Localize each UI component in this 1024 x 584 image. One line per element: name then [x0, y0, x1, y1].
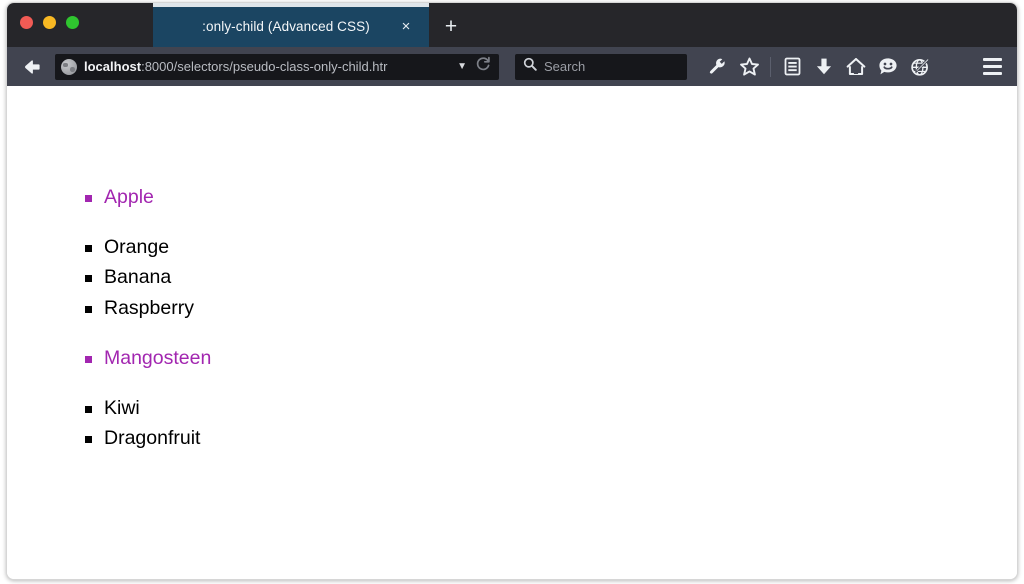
reader-list-icon[interactable]	[776, 52, 808, 82]
download-icon[interactable]	[808, 52, 840, 82]
toolbar-separator	[770, 56, 771, 77]
list-item: Banana	[85, 262, 211, 292]
url-text: localhost:8000/selectors/pseudo-class-on…	[84, 54, 453, 80]
close-tab-icon[interactable]: ×	[393, 14, 419, 40]
tab-strip: :only-child (Advanced CSS) × +	[153, 3, 1017, 47]
list-item: Raspberry	[85, 293, 211, 323]
globe-pencil-icon[interactable]	[904, 52, 936, 82]
title-bar: :only-child (Advanced CSS) × +	[7, 3, 1017, 47]
list-item: Kiwi	[85, 393, 211, 423]
fruit-list: Kiwi Dragonfruit	[45, 393, 211, 453]
chevron-down-icon[interactable]: ▼	[457, 61, 467, 72]
toolbar-icons	[701, 52, 936, 82]
page-content: Apple Orange Banana Raspberry Mangosteen Kiwi…	[7, 86, 1017, 579]
fruit-lists: Apple Orange Banana Raspberry Mangosteen Kiwi…	[45, 182, 211, 453]
fruit-list: Orange Banana Raspberry	[45, 232, 211, 323]
hamburger-bar	[982, 57, 1002, 61]
wrench-icon[interactable]	[701, 52, 733, 82]
fruit-list: Mangosteen	[45, 343, 211, 373]
minimize-window-button[interactable]	[43, 16, 56, 29]
new-tab-button[interactable]: +	[429, 3, 473, 47]
list-item: Apple	[85, 182, 211, 212]
address-bar[interactable]: localhost:8000/selectors/pseudo-class-on…	[55, 53, 499, 80]
maximize-window-button[interactable]	[66, 16, 79, 29]
browser-window: :only-child (Advanced CSS) × + localhost…	[6, 2, 1018, 580]
hamburger-bar	[982, 71, 1002, 75]
back-button[interactable]	[15, 52, 49, 82]
window-controls	[20, 16, 79, 29]
tab-title: :only-child (Advanced CSS)	[202, 19, 370, 34]
list-item: Dragonfruit	[85, 423, 211, 453]
smiley-feedback-icon[interactable]	[872, 52, 904, 82]
search-placeholder: Search	[544, 58, 586, 74]
list-item: Orange	[85, 232, 211, 262]
home-icon[interactable]	[840, 52, 872, 82]
navigation-toolbar: localhost:8000/selectors/pseudo-class-on…	[7, 47, 1017, 86]
url-host: localhost	[84, 58, 142, 74]
close-window-button[interactable]	[20, 16, 33, 29]
hamburger-menu-icon[interactable]	[977, 52, 1007, 80]
star-icon[interactable]	[733, 52, 765, 82]
search-icon	[523, 57, 537, 76]
fruit-list: Apple	[45, 182, 211, 212]
tab-only-child[interactable]: :only-child (Advanced CSS) ×	[153, 3, 429, 47]
search-input[interactable]: Search	[515, 53, 687, 80]
url-path: :8000/selectors/pseudo-class-only-child.…	[141, 58, 388, 74]
back-arrow-icon	[25, 59, 40, 74]
list-item: Mangosteen	[85, 343, 211, 373]
globe-icon	[61, 58, 77, 75]
hamburger-bar	[982, 64, 1002, 68]
reload-icon[interactable]	[475, 56, 491, 77]
